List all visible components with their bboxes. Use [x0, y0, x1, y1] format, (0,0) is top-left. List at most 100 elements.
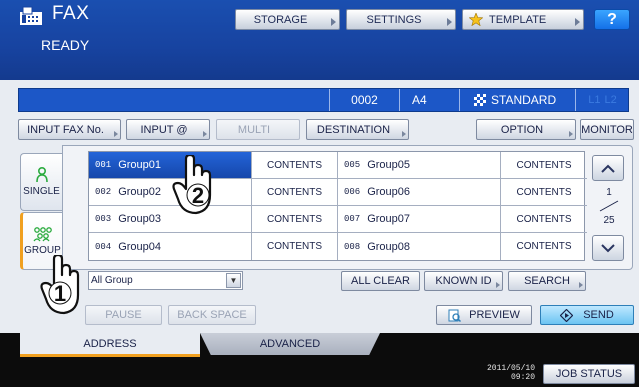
- group-number: 001: [95, 160, 112, 170]
- settings-button[interactable]: SETTINGS: [346, 9, 456, 30]
- send-button[interactable]: SEND: [540, 305, 634, 325]
- group-filter-select[interactable]: All Group ▼: [88, 271, 243, 290]
- group-name: Group05: [367, 159, 411, 171]
- current-page: 1: [606, 187, 612, 198]
- star-icon: [469, 13, 483, 26]
- group-name: Group01: [118, 159, 162, 171]
- tab-single-label: SINGLE: [23, 186, 60, 197]
- tab-address[interactable]: ADDRESS: [20, 333, 200, 357]
- preview-button[interactable]: PREVIEW: [436, 305, 532, 325]
- search-label: SEARCH: [524, 275, 570, 287]
- group-name: Group04: [118, 240, 162, 253]
- group-name: Group06: [367, 186, 411, 198]
- fax-screen: FAX READY STORAGE SETTINGS TEMPLATE ? 00…: [0, 0, 639, 387]
- group-entry-name[interactable]: 003 Group03: [89, 206, 252, 233]
- help-button[interactable]: ?: [594, 9, 630, 30]
- multi-button[interactable]: MULTI: [216, 119, 300, 140]
- group-contents-button[interactable]: CONTENTS: [501, 206, 587, 233]
- submenu-arrow-icon: [402, 131, 406, 137]
- header-bar: FAX READY STORAGE SETTINGS TEMPLATE ?: [0, 0, 639, 80]
- group-contents-button[interactable]: CONTENTS: [252, 152, 338, 179]
- group-entry-name[interactable]: 006 Group06: [338, 179, 501, 206]
- date-text: 2011/05/10: [486, 364, 535, 373]
- group-people-icon: [32, 227, 52, 242]
- input-email-label: INPUT @: [140, 123, 188, 136]
- step2-label: 2: [192, 183, 204, 208]
- pause-button[interactable]: PAUSE: [85, 305, 162, 325]
- resolution-indicator: STANDARD: [459, 89, 575, 111]
- step1-label: 1: [54, 281, 66, 306]
- settings-label: SETTINGS: [366, 13, 422, 26]
- single-person-icon: [35, 167, 48, 183]
- submenu-arrow-icon: [569, 131, 573, 137]
- group-entry-name[interactable]: 001 Group01: [89, 152, 252, 179]
- group-number: 004: [95, 241, 112, 252]
- group-name: Group07: [367, 213, 411, 225]
- group-contents-button[interactable]: CONTENTS: [252, 206, 338, 233]
- group-number: 002: [95, 187, 112, 197]
- group-entry-name[interactable]: 004 Group04: [89, 233, 252, 260]
- destination-button[interactable]: DESTINATION: [306, 119, 409, 140]
- page-indicator: 1 25: [596, 185, 622, 229]
- group-contents-button[interactable]: CONTENTS: [501, 152, 587, 179]
- group-contents-button[interactable]: CONTENTS: [501, 179, 587, 206]
- group-contents-button[interactable]: CONTENTS: [501, 233, 587, 260]
- line-indicator: L1 L2: [575, 89, 629, 111]
- pointing-hand-icon: 2: [172, 155, 212, 215]
- group-contents-button[interactable]: CONTENTS: [252, 179, 338, 206]
- group-name: Group02: [118, 186, 162, 198]
- scroll-down-button[interactable]: [592, 235, 624, 261]
- group-number: 007: [344, 214, 361, 224]
- group-entry-name[interactable]: 002 Group02: [89, 179, 252, 206]
- submenu-arrow-icon: [114, 131, 118, 137]
- option-label: OPTION: [500, 123, 544, 136]
- total-pages: 25: [603, 215, 615, 226]
- group-name: Group03: [118, 213, 162, 225]
- line1-indicator: L1: [588, 94, 601, 106]
- known-id-label: KNOWN ID: [435, 275, 492, 287]
- group-number: 005: [344, 160, 361, 170]
- search-button[interactable]: SEARCH: [508, 271, 586, 291]
- scroll-up-button[interactable]: [592, 155, 624, 181]
- chevron-down-icon: [601, 243, 615, 252]
- input-fax-number-label: INPUT FAX No.: [27, 123, 104, 136]
- date-time-display: 2011/05/10 09:20: [483, 364, 535, 382]
- tab-advanced[interactable]: ADVANCED: [200, 333, 380, 355]
- template-label: TEMPLATE: [489, 13, 547, 26]
- input-email-button[interactable]: INPUT @: [126, 119, 210, 140]
- template-button[interactable]: TEMPLATE: [462, 9, 584, 30]
- resolution-icon: [474, 94, 486, 106]
- group-entry-name[interactable]: 007 Group07: [338, 206, 501, 233]
- group-entry-name[interactable]: 008 Group08: [338, 233, 501, 260]
- resolution-label: STANDARD: [491, 93, 557, 107]
- tab-single[interactable]: SINGLE: [20, 153, 62, 211]
- machine-status: READY: [41, 37, 90, 53]
- submenu-arrow-icon: [203, 131, 207, 137]
- monitor-label: MONITOR: [581, 123, 633, 136]
- job-status-button[interactable]: JOB STATUS: [543, 364, 635, 384]
- group-entry-name[interactable]: 005 Group05: [338, 152, 501, 179]
- known-id-button[interactable]: KNOWN ID: [424, 271, 503, 291]
- submenu-arrow-icon: [575, 18, 580, 26]
- preview-icon: [448, 309, 462, 322]
- destination-label: DESTINATION: [316, 123, 391, 136]
- monitor-button[interactable]: MONITOR: [580, 119, 634, 140]
- send-label: SEND: [583, 309, 614, 321]
- group-contents-button[interactable]: CONTENTS: [252, 233, 338, 260]
- line2-indicator: L2: [604, 94, 617, 106]
- group-list: 001 Group01 CONTENTS 002 Group02 CONTENT…: [88, 151, 587, 261]
- all-clear-button[interactable]: ALL CLEAR: [341, 271, 420, 291]
- option-button[interactable]: OPTION: [476, 119, 576, 140]
- input-fax-number-button[interactable]: INPUT FAX No.: [18, 119, 121, 140]
- submenu-arrow-icon: [447, 18, 452, 26]
- storage-label: STORAGE: [253, 13, 308, 26]
- group-filter-value: All Group: [91, 275, 133, 286]
- storage-button[interactable]: STORAGE: [235, 9, 340, 30]
- back-space-button[interactable]: BACK SPACE: [168, 305, 256, 325]
- submenu-arrow-icon: [331, 18, 336, 26]
- group-number: 003: [95, 214, 112, 224]
- multi-label: MULTI: [237, 123, 271, 136]
- group-name: Group08: [367, 240, 411, 253]
- preview-label: PREVIEW: [469, 309, 520, 321]
- app-title: FAX: [52, 3, 90, 24]
